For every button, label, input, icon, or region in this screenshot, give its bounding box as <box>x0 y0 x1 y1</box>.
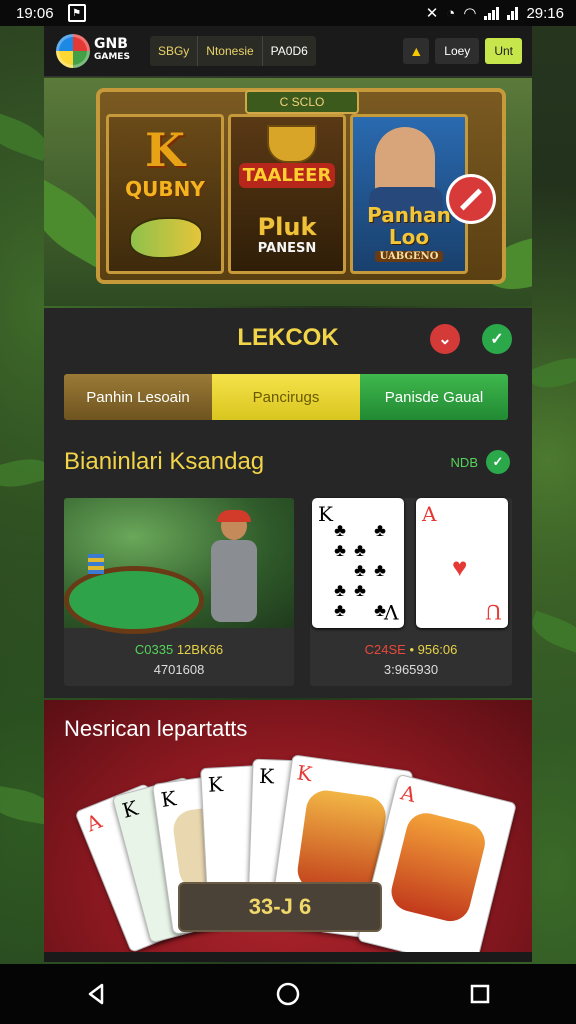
promo-section[interactable]: Nesrican lepartatts A K K K K K A 33-J 6 <box>44 700 532 962</box>
alarm-icon: ◔ <box>446 4 456 22</box>
nav-tab-3[interactable]: PA0D6 <box>263 36 316 66</box>
player-figure <box>209 510 259 622</box>
app-logo[interactable]: GNB GAMES <box>56 34 130 68</box>
segment-tab-2[interactable]: Pancirugs <box>212 374 360 420</box>
signup-button[interactable]: Unt <box>485 38 522 64</box>
back-icon[interactable] <box>76 974 116 1014</box>
warning-icon[interactable]: ▲ <box>403 38 430 64</box>
top-navigation: GNB GAMES SBGy Ntonesie PA0D6 ▲ Loey Unt <box>44 26 532 77</box>
promo-title: Nesrican lepartatts <box>64 716 248 741</box>
playing-card-hearts: A ♥ U <box>416 498 508 628</box>
lion-face-icon <box>387 808 490 926</box>
segment-tab-3[interactable]: Panisde Gaual <box>360 374 508 420</box>
wifi-icon: ◠ <box>463 5 477 22</box>
slot-reel-1: K QUBNY <box>106 114 224 274</box>
home-icon[interactable] <box>268 974 308 1014</box>
fish-icon <box>129 217 203 259</box>
chevron-down-icon[interactable]: ⌄ <box>430 324 460 354</box>
check-icon: ✓ <box>486 450 510 474</box>
pool-table-icon <box>64 566 204 634</box>
reel1-symbol-k: K <box>145 123 185 177</box>
segment-tabs: Panhin Lesoain Pancirugs Panisde Gaual <box>64 374 508 420</box>
clubs-icon: ♣ ♣ ♣ ♣ ♣ ♣ ♣ ♣ ♣ ♣ <box>334 520 386 620</box>
reel2-badge: TAALEER <box>239 163 335 188</box>
nav-tabs: SBGy Ntonesie PA0D6 <box>149 36 316 66</box>
card-index: A <box>422 502 437 526</box>
card-right-code: C24SE <box>364 642 406 657</box>
logo-line2: GAMES <box>94 52 130 62</box>
recents-icon[interactable] <box>460 974 500 1014</box>
mute-icon: ✕ <box>425 5 439 22</box>
playing-card-clubs: K ♣ ♣ ♣ ♣ ♣ ♣ ♣ ♣ ♣ ♣ V <box>312 498 404 628</box>
pool-scene-image <box>64 498 294 634</box>
card-index-bottom: U <box>485 600 502 624</box>
slot-banner[interactable]: C SCLO K QUBNY TAALEER Pluk PANESN Panha… <box>44 78 532 306</box>
section-badge[interactable]: NDB ✓ <box>451 450 510 474</box>
logo-line1: GNB <box>94 36 128 52</box>
slot-reel-2: TAALEER Pluk PANESN <box>228 114 346 274</box>
reel2-sub: PANESN <box>257 241 317 256</box>
signal-icon <box>484 6 500 20</box>
status-clock: 29:16 <box>526 4 564 22</box>
main-panel: LEKCOK ⌄ ✓ Panhin Lesoain Pancirugs Pani… <box>44 308 532 698</box>
card-left-value: 12BK66 <box>176 642 224 657</box>
segment-tab-1[interactable]: Panhin Lesoain <box>64 374 212 420</box>
android-navigation-bar <box>0 964 576 1024</box>
slot-frame: C SCLO K QUBNY TAALEER Pluk PANESN Panha… <box>96 88 506 284</box>
no-entry-icon[interactable] <box>446 174 496 224</box>
check-icon[interactable]: ✓ <box>482 324 512 354</box>
reel1-word: QUBNY <box>125 177 205 201</box>
login-button[interactable]: Loey <box>435 38 480 64</box>
battery-icon <box>507 6 519 20</box>
nav-tab-1[interactable]: SBGy <box>150 36 199 66</box>
card-index-bottom: V <box>383 600 398 624</box>
panel-title: LEKCOK <box>237 324 339 351</box>
card-left-sub: 4701608 <box>153 662 205 677</box>
nfc-icon: ⚑ <box>67 4 86 22</box>
card-right-value: 956:06 <box>417 642 458 657</box>
nav-tab-2[interactable]: Ntonesie <box>198 36 263 66</box>
game-card-pool[interactable]: C0335 12BK66 4701608 <box>64 498 294 686</box>
reel3-badge: UABGENO <box>375 251 443 262</box>
reel3-word2: Loo <box>388 225 430 249</box>
heart-icon: ♥ <box>452 552 468 582</box>
card-right-sub: 3:965930 <box>383 662 439 677</box>
promo-button[interactable]: 33-J 6 <box>178 882 382 932</box>
logo-ball-icon <box>56 34 90 68</box>
trophy-icon <box>267 125 317 163</box>
slot-plaque: C SCLO <box>245 90 359 114</box>
chips-icon <box>88 554 104 574</box>
section-badge-label: NDB <box>450 454 478 470</box>
reel2-word: Pluk <box>257 213 317 241</box>
card-left-code: C0335 <box>134 642 174 657</box>
section-title: Bianinlari Ksandag <box>64 448 265 475</box>
status-time: 19:06 <box>16 4 54 22</box>
game-card-cards[interactable]: K ♣ ♣ ♣ ♣ ♣ ♣ ♣ ♣ ♣ ♣ V A ♥ U C24SE • 956:06 … <box>310 498 512 686</box>
status-bar: 19:06 ⚑ ✕ ◔ ◠ 29:16 <box>0 0 576 26</box>
